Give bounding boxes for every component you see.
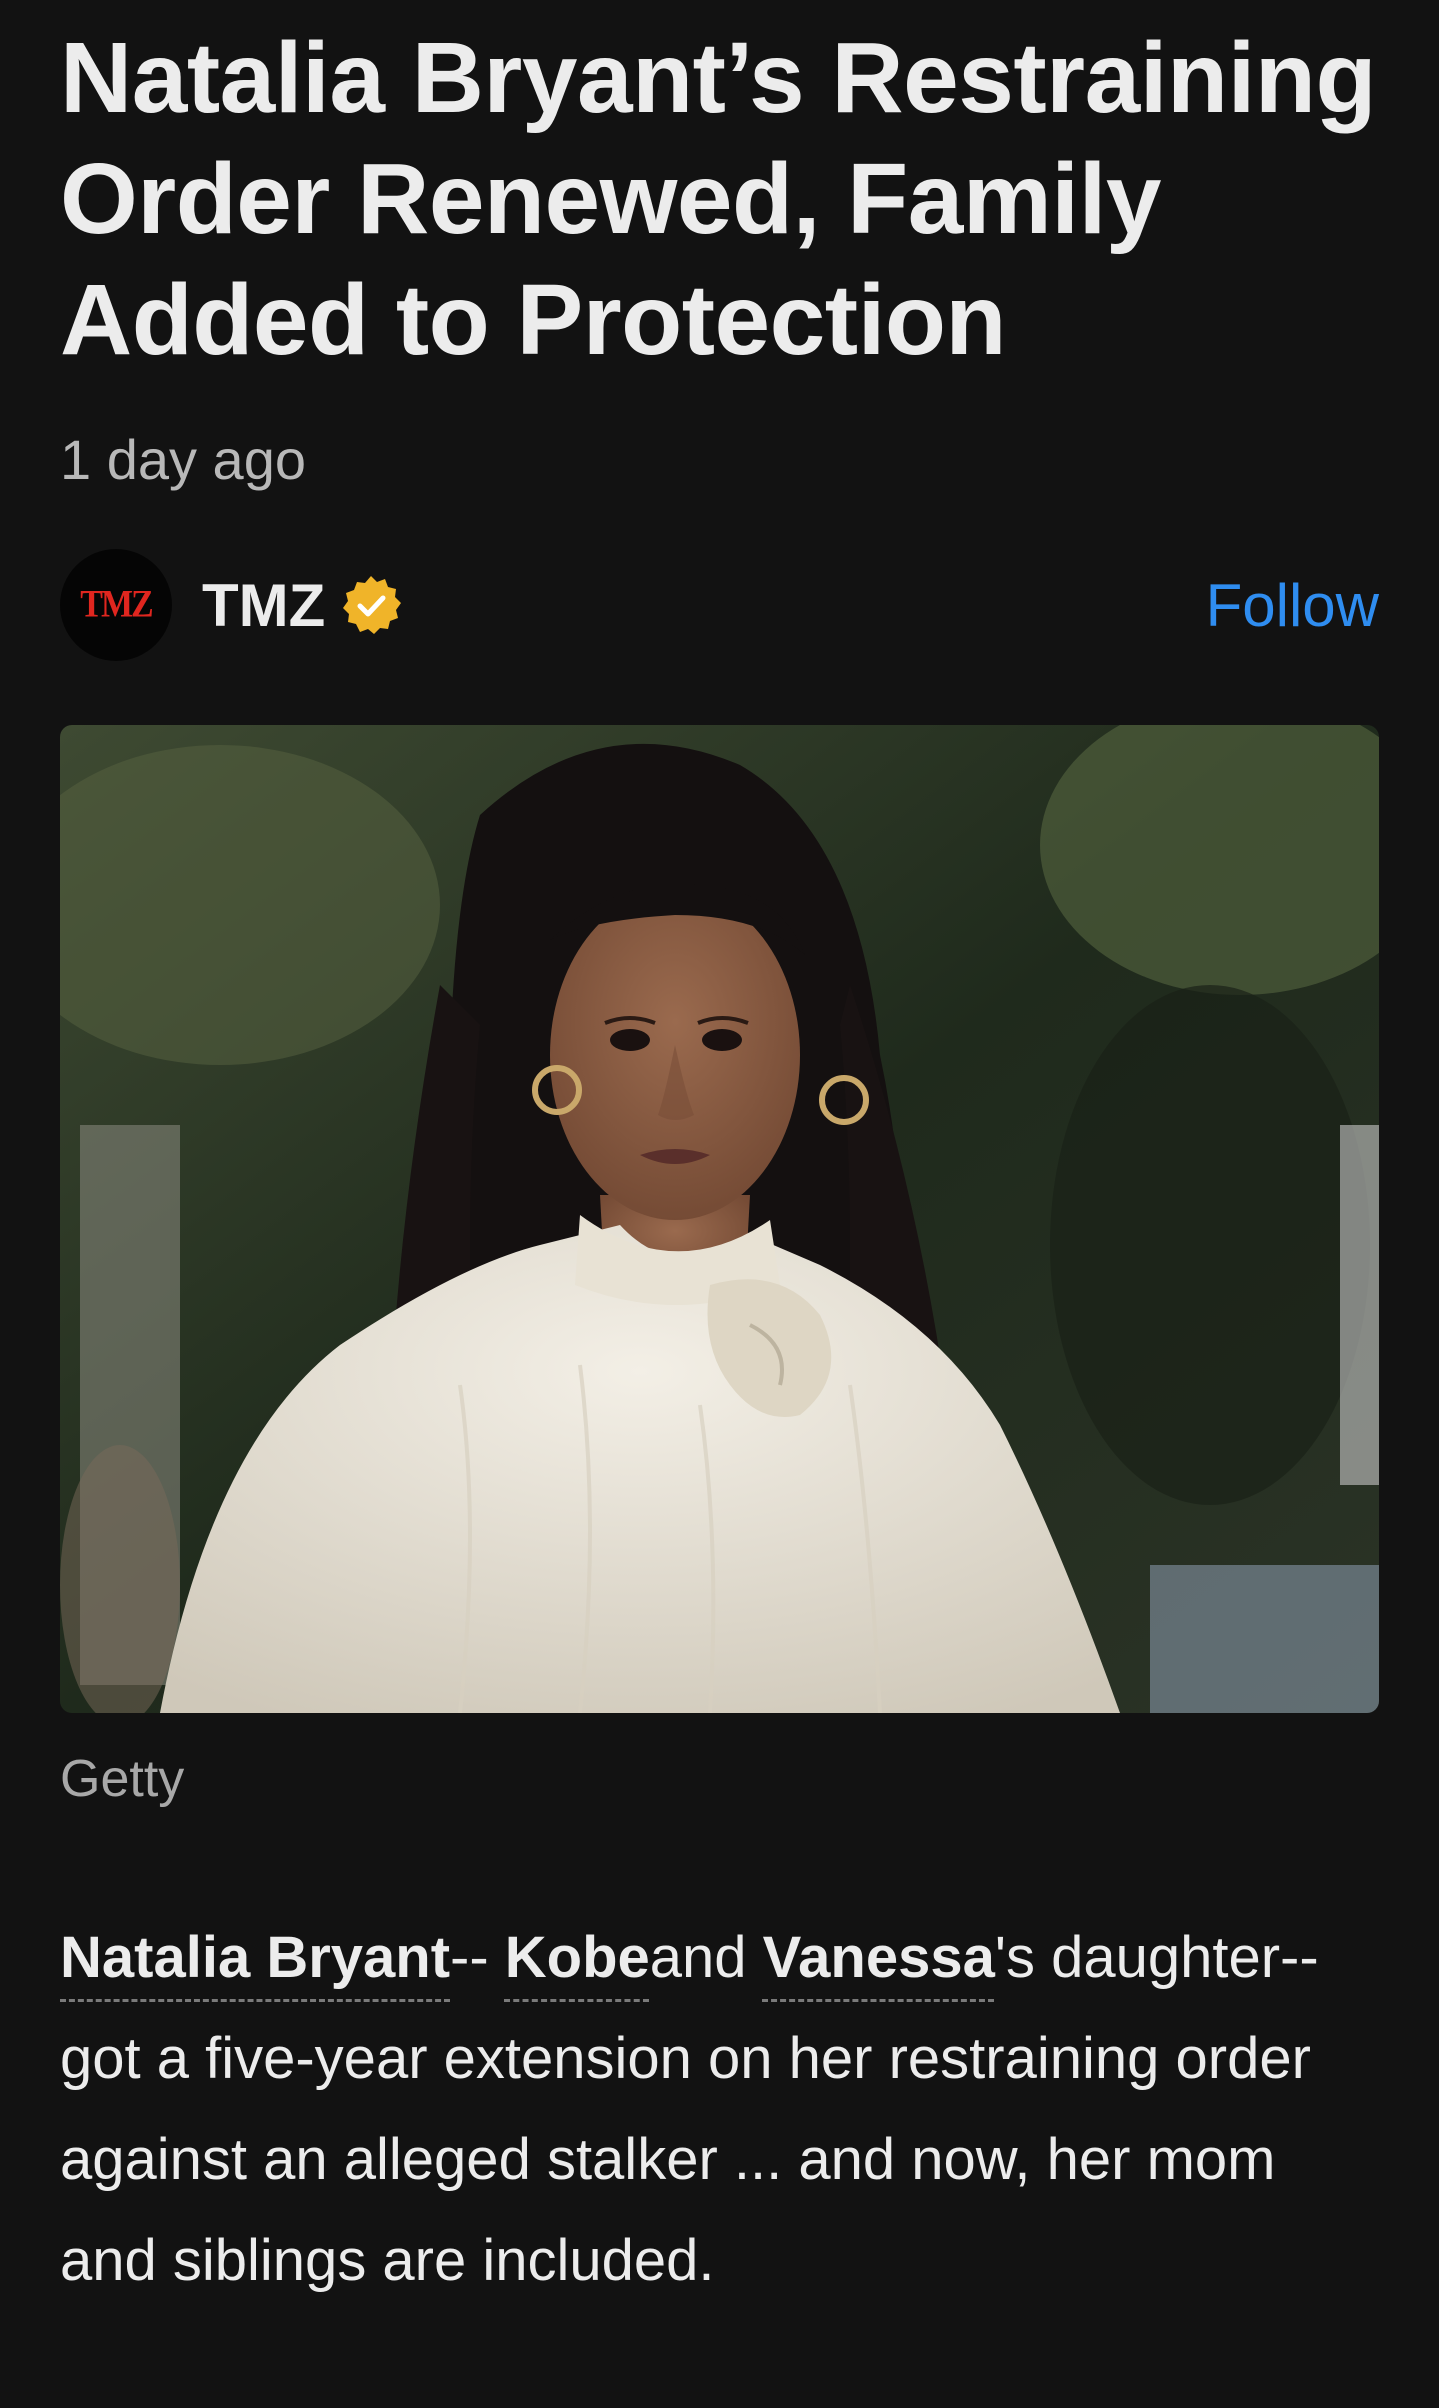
publisher-name[interactable]: TMZ	[202, 571, 325, 640]
body-separator: --	[450, 1925, 505, 1990]
publisher-row: TMZ TMZ Follow	[60, 549, 1379, 661]
article-hero-image[interactable]	[60, 725, 1379, 1713]
photo-illustration	[60, 725, 1379, 1713]
article-headline: Natalia Bryant’s Restraining Order Renew…	[60, 22, 1377, 376]
verified-badge-icon	[339, 573, 403, 637]
image-caption: Getty	[60, 1750, 185, 1808]
article-body-paragraph: Natalia Bryant-- Kobeand Vanessa's daugh…	[60, 1907, 1379, 2311]
link-natalia-bryant[interactable]: Natalia Bryant	[60, 1925, 450, 1990]
follow-button[interactable]: Follow	[1206, 571, 1379, 640]
link-vanessa[interactable]: Vanessa	[763, 1925, 995, 1990]
body-and-text: and	[649, 1925, 763, 1990]
publisher-avatar[interactable]: TMZ	[60, 549, 172, 661]
article-page: Natalia Bryant’s Restraining Order Renew…	[0, 0, 1439, 2408]
article-timestamp: 1 day ago	[60, 428, 306, 491]
link-kobe[interactable]: Kobe	[505, 1925, 650, 1990]
publisher-logo-text: TMZ	[80, 583, 153, 626]
